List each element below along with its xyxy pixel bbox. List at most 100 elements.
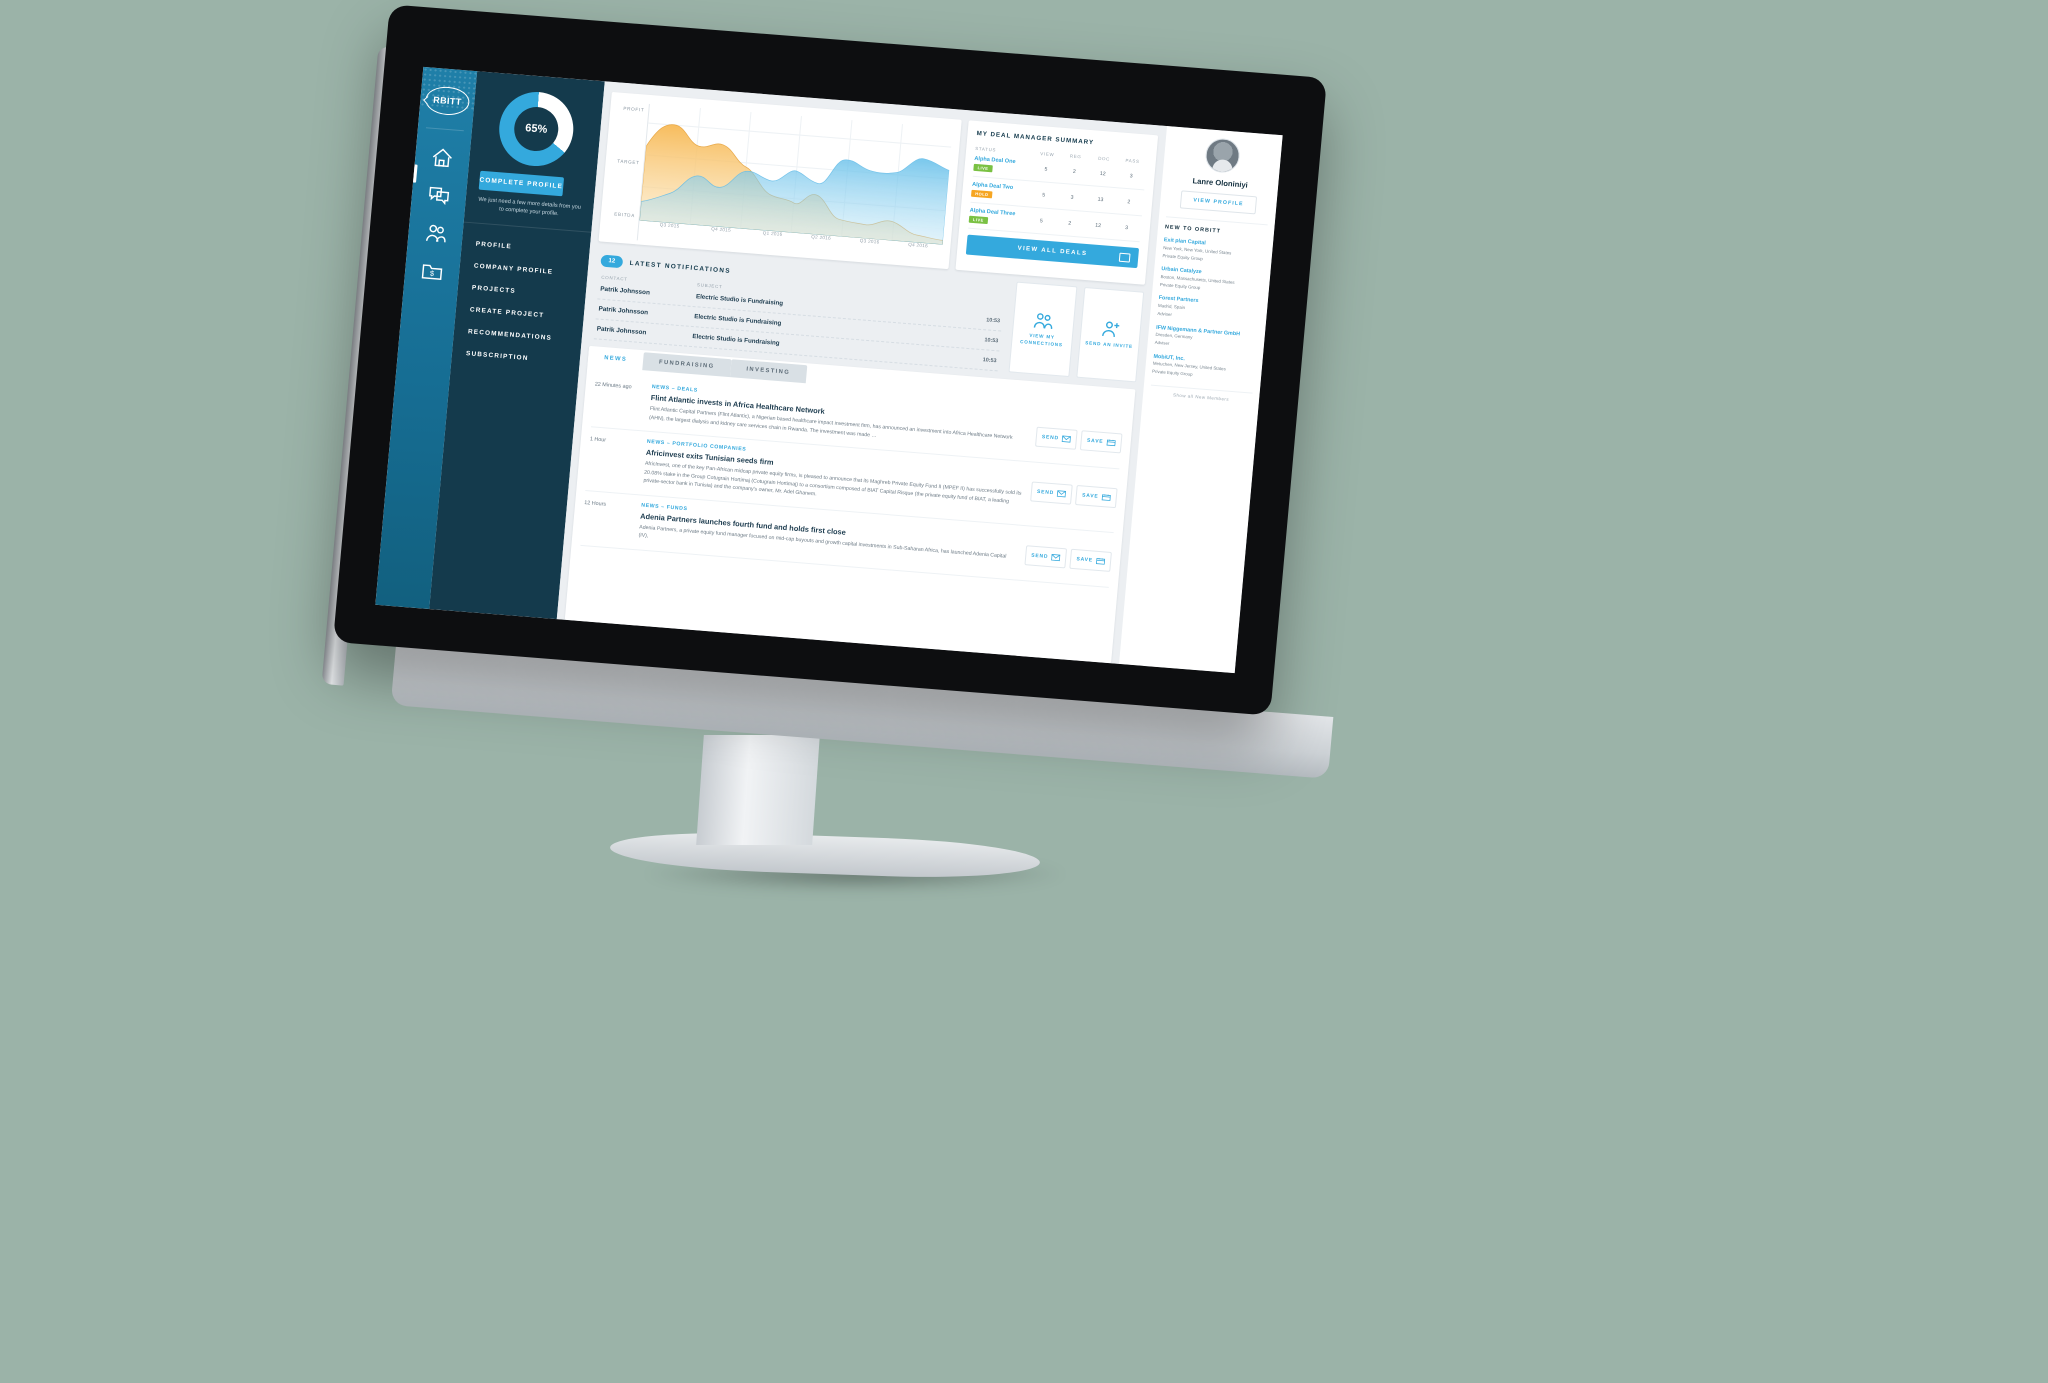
status-badge: LIVE <box>973 163 993 173</box>
deal-reg: 2 <box>1068 220 1072 227</box>
right-panel-divider <box>1165 216 1268 226</box>
list-item[interactable]: MobiUT, Inc. Metuchen, New Jersey, Unite… <box>1152 354 1256 384</box>
connections-icon[interactable] <box>424 223 448 245</box>
y-tick-target: TARGET <box>617 158 640 166</box>
deal-doc: 12 <box>1095 222 1102 229</box>
profile-donut: 65% <box>496 89 577 169</box>
news-time: 1 Hour <box>589 436 607 444</box>
calendar-icon <box>1101 494 1111 502</box>
notification-time: 10:53 <box>982 356 997 364</box>
avatar <box>1204 137 1242 174</box>
view-all-deals-label: VIEW ALL DEALS <box>1017 245 1088 258</box>
people-icon <box>1033 312 1053 329</box>
save-button[interactable]: SAVE <box>1079 430 1123 454</box>
view-my-connections-label: VIEW MY CONNECTIONS <box>1019 332 1064 347</box>
list-item[interactable]: Urbain Catalyze Boston, Massachusetts, U… <box>1160 266 1264 296</box>
x-tick-3: Q2 2016 <box>811 234 832 241</box>
quick-actions: VIEW MY CONNECTIONS SEND AN INVITE <box>1008 281 1145 383</box>
news-actions: SEND SAVE <box>1024 533 1113 578</box>
x-tick-4: Q3 2016 <box>859 238 880 245</box>
list-item[interactable]: Forest Partners Madrid, Spain Adviser <box>1157 295 1261 325</box>
send-an-invite-label: SEND AN INVITE <box>1085 340 1134 350</box>
send-button[interactable]: SEND <box>1030 481 1073 505</box>
chart-plot: Q3 2015 Q4 2015 Q1 2016 Q2 2016 Q3 2016 … <box>636 103 953 265</box>
view-my-connections-button[interactable]: VIEW MY CONNECTIONS <box>1008 281 1077 378</box>
logo-text: RBITT <box>432 94 463 108</box>
send-an-invite-button[interactable]: SEND AN INVITE <box>1075 286 1145 383</box>
complete-profile-button[interactable]: COMPLETE PROFILE <box>478 170 564 197</box>
deals-box-icon <box>1118 252 1131 263</box>
deal-view: 5 <box>1041 191 1046 199</box>
imac-monitor: RBITT $ 65% COMPLETE PROFILE We just nee… <box>321 4 1328 716</box>
news-time: 22 Minutes ago <box>594 381 632 391</box>
news-actions: SEND SAVE <box>1029 470 1119 523</box>
x-tick-5: Q4 2016 <box>908 241 929 249</box>
messages-icon[interactable] <box>427 185 451 207</box>
x-tick-1: Q4 2015 <box>711 226 732 233</box>
home-icon[interactable] <box>430 147 454 169</box>
svg-text:$: $ <box>430 269 435 278</box>
send-button[interactable]: SEND <box>1024 545 1068 569</box>
rail-divider <box>425 127 464 132</box>
deal-name-cell: Alpha Deal One LIVE <box>973 156 1032 176</box>
y-tick-ebitda: EBITDA <box>614 211 636 219</box>
person-plus-icon <box>1101 321 1120 337</box>
list-item[interactable]: Exit plan Capital New York, New York, Un… <box>1162 237 1266 267</box>
news-actions: SEND SAVE <box>1034 415 1123 460</box>
deal-pass: 3 <box>1124 224 1129 231</box>
dashboard-app: RBITT $ 65% COMPLETE PROFILE We just nee… <box>375 66 1283 674</box>
send-label: SEND <box>1036 489 1055 497</box>
deal-doc: 13 <box>1097 196 1104 203</box>
user-name: Lanre Oloniniyi <box>1192 176 1249 190</box>
performance-chart-card: PROFIT TARGET EBITDA Q3 2015 Q4 2015 Q1 … <box>598 91 962 270</box>
profile-percent: 65% <box>524 122 548 136</box>
sidebar-nav: PROFILE COMPANY PROFILE PROJECTS CREATE … <box>451 222 591 374</box>
view-profile-button[interactable]: VIEW PROFILE <box>1179 190 1258 215</box>
notification-contact: Patrik Johnsson <box>596 325 647 337</box>
deal-doc: 12 <box>1099 170 1106 177</box>
notifications-title: LATEST NOTIFICATIONS <box>629 259 732 275</box>
deal-reg: 2 <box>1072 168 1077 175</box>
show-all-members-link[interactable]: Show all New Members <box>1149 384 1253 404</box>
send-label: SEND <box>1041 434 1060 442</box>
notification-contact: Patrik Johnsson <box>598 305 649 317</box>
news-card: NEWS FUNDRAISING INVESTING 22 Minutes ag… <box>564 345 1136 664</box>
status-badge: LIVE <box>968 215 989 225</box>
complete-profile-note: We just need a few more details from you… <box>478 196 582 218</box>
main-content: PROFIT TARGET EBITDA Q3 2015 Q4 2015 Q1 … <box>556 81 1168 664</box>
monitor-neck <box>696 735 820 845</box>
deal-pass: 3 <box>1129 172 1133 179</box>
profile-completion-chart: 65% <box>469 87 603 171</box>
news-time: 12 Hours <box>583 499 607 508</box>
deal-view: 5 <box>1044 165 1048 173</box>
save-button[interactable]: SAVE <box>1069 548 1112 572</box>
deal-pass: 2 <box>1127 198 1131 205</box>
chart-area: PROFIT TARGET EBITDA Q3 2015 Q4 2015 Q1 … <box>603 101 953 265</box>
y-tick-profit: PROFIT <box>623 105 645 113</box>
x-tick-0: Q3 2015 <box>659 222 680 229</box>
calendar-icon <box>1106 439 1116 447</box>
calendar-icon <box>1095 558 1105 565</box>
x-tick-2: Q1 2016 <box>762 230 783 237</box>
envelope-icon <box>1056 490 1067 498</box>
envelope-icon <box>1051 553 1061 562</box>
new-members-title: NEW TO ORBITT <box>1164 224 1222 235</box>
notification-time: 10:53 <box>984 336 999 344</box>
deal-view: 5 <box>1039 217 1044 224</box>
save-label: SAVE <box>1086 437 1104 445</box>
list-item[interactable]: IFW Niggemann & Partner GmbH Dresden, Ge… <box>1154 324 1258 354</box>
status-badge: HOLD <box>970 189 993 199</box>
notifications-count-badge: 12 <box>600 254 624 269</box>
save-button[interactable]: SAVE <box>1074 485 1118 509</box>
envelope-icon <box>1061 435 1071 443</box>
deal-name-cell: Alpha Deal Three LIVE <box>968 208 1028 228</box>
send-button[interactable]: SEND <box>1035 426 1078 450</box>
save-label: SAVE <box>1076 556 1094 564</box>
screenshot-stage: RBITT $ 65% COMPLETE PROFILE We just nee… <box>0 0 2048 1383</box>
deal-name-cell: Alpha Deal Two HOLD <box>970 182 1030 202</box>
monitor-screen: RBITT $ 65% COMPLETE PROFILE We just nee… <box>375 66 1283 674</box>
deal-reg: 3 <box>1070 194 1074 201</box>
deals-folder-icon[interactable]: $ <box>420 260 444 282</box>
send-label: SEND <box>1030 552 1049 560</box>
notification-contact: Patrik Johnsson <box>599 285 651 297</box>
